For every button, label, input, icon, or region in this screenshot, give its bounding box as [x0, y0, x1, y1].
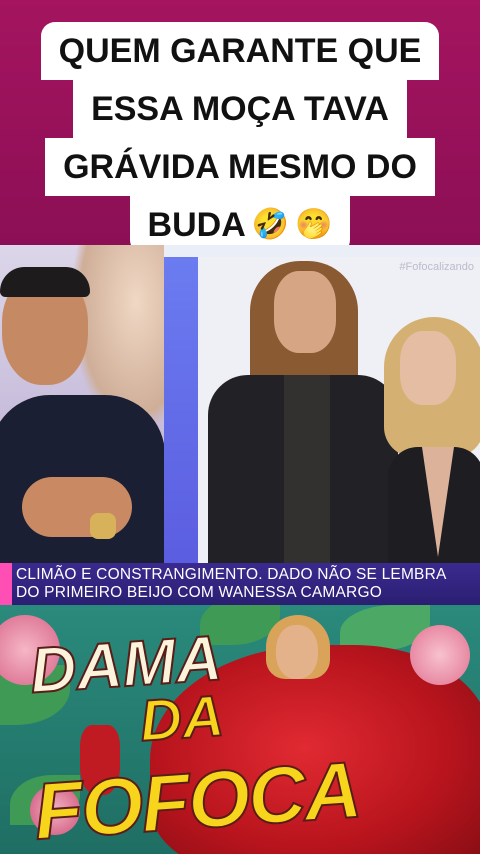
news-ticker: CLIMÃO E CONSTRANGIMENTO. DADO NÃO SE LE… [0, 563, 480, 605]
ticker-line-2: DO PRIMEIRO BEIJO COM WANESSA CAMARGO [16, 584, 382, 601]
caption-box: QUEM GARANTE QUE ESSA MOÇA TAVA GRÁVIDA … [0, 0, 480, 254]
man-shirt [284, 375, 330, 565]
ticker-accent [0, 563, 12, 605]
model-face [276, 625, 318, 679]
caption-line-2: ESSA MOÇA TAVA [73, 80, 407, 138]
caption-line-3: GRÁVIDA MESMO DO [45, 138, 435, 196]
man-face [274, 271, 336, 353]
rose-decoration [410, 625, 470, 685]
show-banner: DAMA DA FOFOCA [0, 605, 480, 854]
caption-line-1: QUEM GARANTE QUE [40, 22, 440, 80]
watermark: #Fofocalizando [399, 261, 474, 273]
woman-face [400, 331, 456, 405]
ticker-line-1: CLIMÃO E CONSTRANGIMENTO. DADO NÃO SE LE… [16, 566, 447, 583]
host-hair [0, 267, 90, 297]
ticker-text: CLIMÃO E CONSTRANGIMENTO. DADO NÃO SE LE… [16, 566, 476, 602]
video-frame[interactable]: #Fofocalizando CLIMÃO E CONSTRANGIMENTO.… [0, 245, 480, 605]
wristwatch [90, 513, 116, 539]
panel-divider [164, 257, 198, 565]
couple-photo: #Fofocalizando [198, 257, 480, 565]
show-title-word-2: DA [137, 682, 227, 755]
host-panel [0, 245, 164, 565]
